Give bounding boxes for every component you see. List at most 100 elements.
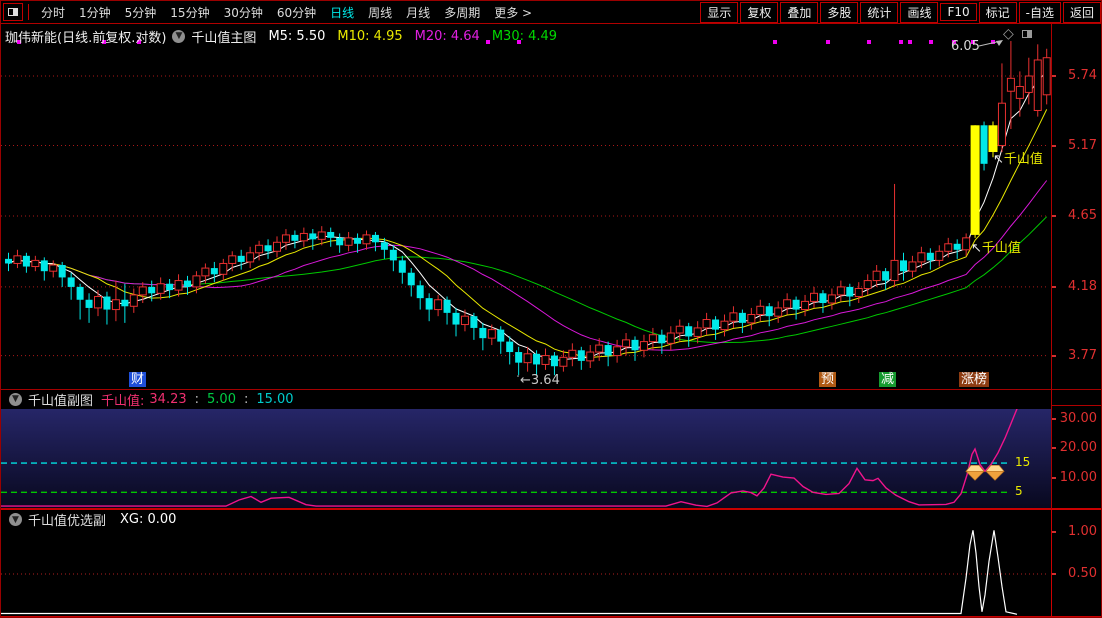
period-item-分时[interactable]: 分时 bbox=[41, 4, 65, 21]
candle bbox=[524, 347, 531, 372]
tool-button-画线[interactable]: 画线 bbox=[900, 2, 938, 23]
period-item-月线[interactable]: 月线 bbox=[406, 4, 430, 21]
tool-button-复权[interactable]: 复权 bbox=[740, 2, 778, 23]
candle bbox=[632, 336, 639, 360]
tool-button-F10[interactable]: F10 bbox=[940, 3, 976, 21]
main-chart-corner-tools: ◇ bbox=[1003, 26, 1032, 42]
candle bbox=[775, 301, 782, 322]
candle bbox=[211, 262, 218, 282]
candle bbox=[873, 265, 880, 287]
bottom-chart-title[interactable]: 千山值优选副 bbox=[28, 510, 106, 529]
event-badge-涨榜[interactable]: 涨榜 bbox=[959, 372, 989, 387]
legend-separator: : bbox=[244, 392, 248, 407]
candle bbox=[640, 335, 647, 358]
candle bbox=[103, 292, 110, 325]
sub-legend-name: 千山值: bbox=[101, 390, 144, 409]
candle bbox=[426, 293, 433, 321]
window-menu-button[interactable] bbox=[3, 3, 23, 21]
tool-button-多股[interactable]: 多股 bbox=[820, 2, 858, 23]
ma-label: M5: 5.50 bbox=[268, 29, 325, 44]
candle bbox=[998, 63, 1005, 152]
period-item-多周期[interactable]: 多周期 bbox=[444, 4, 480, 21]
candle bbox=[900, 253, 907, 281]
candle bbox=[41, 257, 48, 280]
event-badge-预[interactable]: 预 bbox=[819, 372, 836, 387]
event-badge-财[interactable]: 财 bbox=[129, 372, 146, 387]
candle bbox=[649, 328, 656, 350]
candle bbox=[757, 300, 764, 321]
axis-label: 5.74 bbox=[1053, 68, 1097, 83]
period-item-15分钟[interactable]: 15分钟 bbox=[170, 4, 209, 21]
tool-button--自选[interactable]: -自选 bbox=[1019, 2, 1061, 23]
candle bbox=[721, 315, 728, 337]
candle bbox=[5, 253, 12, 271]
candle bbox=[909, 256, 916, 278]
sub-legend-value: 34.23 bbox=[149, 392, 186, 407]
tool-button-标记[interactable]: 标记 bbox=[979, 2, 1017, 23]
period-item-60分钟[interactable]: 60分钟 bbox=[277, 4, 316, 21]
tool-button-返回[interactable]: 返回 bbox=[1063, 2, 1101, 23]
tool-button-显示[interactable]: 显示 bbox=[700, 2, 738, 23]
candle bbox=[444, 297, 451, 325]
candle bbox=[372, 232, 379, 251]
period-item-更多 >[interactable]: 更多 > bbox=[494, 4, 532, 21]
chevron-down-icon[interactable]: ▼ bbox=[9, 393, 22, 406]
candle bbox=[515, 347, 522, 375]
period-item-1分钟[interactable]: 1分钟 bbox=[79, 4, 111, 21]
axis-label: 20.00 bbox=[1053, 440, 1097, 455]
ma10-line bbox=[9, 109, 1047, 357]
candle bbox=[828, 289, 835, 310]
signal-dot bbox=[773, 40, 777, 44]
tool-button-统计[interactable]: 统计 bbox=[860, 2, 898, 23]
candle bbox=[533, 350, 540, 375]
active-axis-box bbox=[1051, 509, 1102, 617]
chevron-down-icon[interactable]: ▼ bbox=[9, 513, 22, 526]
candle bbox=[971, 125, 980, 238]
candle bbox=[918, 247, 925, 268]
ma-legend: M5: 5.50M10: 4.95M20: 4.64M30: 4.49 bbox=[256, 29, 557, 44]
candle bbox=[435, 295, 442, 316]
candle bbox=[676, 320, 683, 342]
period-item-周线[interactable]: 周线 bbox=[368, 4, 392, 21]
signal-label-qianshanzhi-2: ↖千山值 bbox=[971, 237, 1021, 256]
sub-chart-title[interactable]: 千山值副图 bbox=[28, 390, 93, 409]
bottom-indicator-chart[interactable] bbox=[1, 529, 1051, 617]
arrow-up-left-icon: ↖ bbox=[971, 241, 982, 256]
main-indicator-name[interactable]: 千山值主图 bbox=[191, 27, 256, 46]
candle bbox=[623, 333, 630, 356]
candle bbox=[891, 184, 898, 287]
candle bbox=[497, 326, 504, 354]
candle bbox=[363, 231, 370, 250]
axis-label: 4.65 bbox=[1053, 208, 1097, 223]
candle bbox=[68, 273, 75, 300]
candle bbox=[461, 310, 468, 332]
signal-dot bbox=[908, 40, 912, 44]
period-item-30分钟[interactable]: 30分钟 bbox=[224, 4, 263, 21]
chevron-down-icon[interactable]: ▼ bbox=[172, 30, 185, 43]
axis-label: 5.17 bbox=[1053, 138, 1097, 153]
panel-window-icon[interactable] bbox=[1022, 30, 1032, 38]
candle bbox=[945, 238, 952, 257]
candle bbox=[605, 342, 612, 367]
candle bbox=[95, 290, 102, 316]
annotation-arrow-head bbox=[996, 40, 1003, 46]
signal-text: 千山值 bbox=[1004, 152, 1043, 167]
candle bbox=[560, 350, 567, 371]
sub-legend-cyan-value: 15.00 bbox=[256, 392, 293, 407]
candle bbox=[77, 284, 84, 320]
tool-button-叠加[interactable]: 叠加 bbox=[780, 2, 818, 23]
candle bbox=[551, 352, 558, 375]
period-item-5分钟[interactable]: 5分钟 bbox=[125, 4, 157, 21]
candle bbox=[882, 268, 889, 290]
legend-separator: : bbox=[195, 392, 199, 407]
period-item-日线[interactable]: 日线 bbox=[330, 4, 354, 21]
event-badge-减[interactable]: 减 bbox=[879, 372, 896, 387]
sub-indicator-chart[interactable] bbox=[1, 409, 1051, 509]
candle bbox=[157, 277, 164, 299]
sub-chart-header: ▼ 千山值副图 千山值: 34.23 : 5.00 : 15.00 bbox=[3, 390, 294, 408]
diamond-icon[interactable]: ◇ bbox=[1003, 26, 1014, 42]
axis-label: 10.00 bbox=[1053, 470, 1097, 485]
main-candlestick-chart[interactable] bbox=[1, 25, 1051, 389]
candle bbox=[300, 228, 307, 247]
candle bbox=[229, 251, 236, 271]
